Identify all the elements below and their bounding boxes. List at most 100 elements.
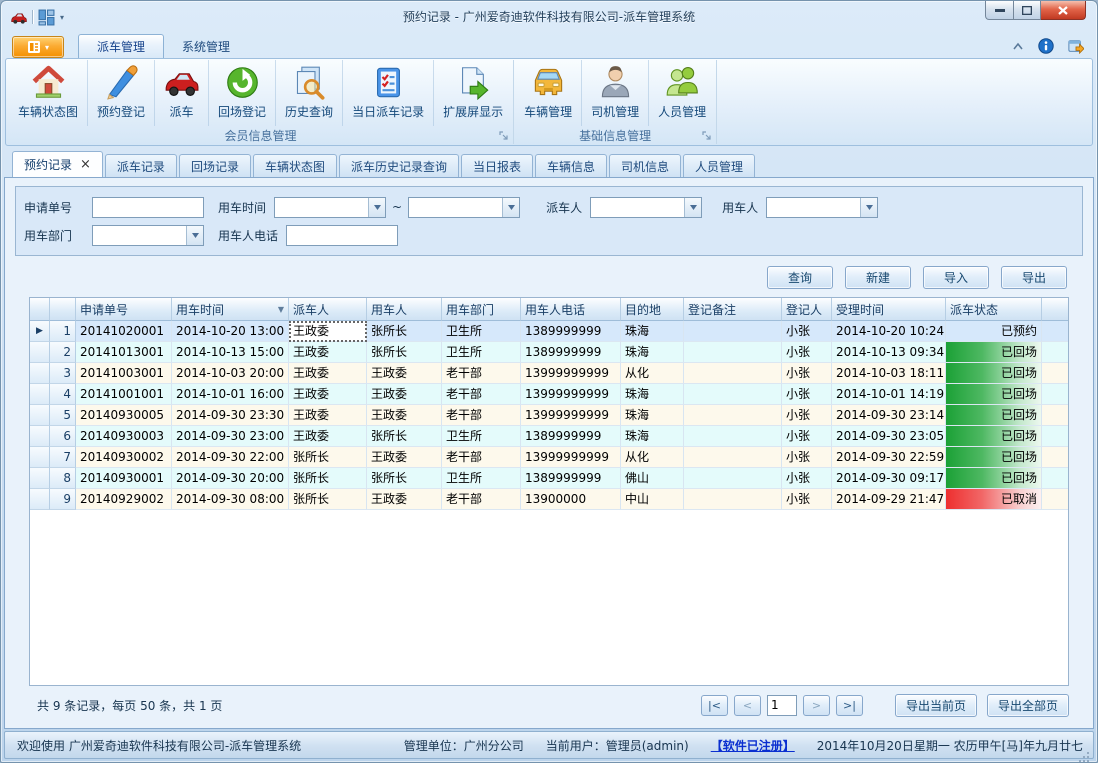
cell-dispatch-status[interactable]: 已回场 (946, 384, 1042, 405)
document-tab[interactable]: 派车记录 (105, 154, 177, 177)
cell-phone[interactable]: 1389999999 (521, 321, 621, 342)
table-row[interactable]: 2 20141013001 2014-10-13 15:00 王政委 张所长 卫… (30, 342, 1068, 363)
export-current-page-button[interactable]: 导出当前页 (895, 694, 977, 717)
cell-dispatch-status[interactable]: 已回场 (946, 468, 1042, 489)
document-tab[interactable]: 人员管理 (683, 154, 755, 177)
cell-dept[interactable]: 老干部 (442, 384, 521, 405)
cell-user[interactable]: 王政委 (367, 363, 442, 384)
ribbon-button[interactable]: 人员管理 (649, 60, 715, 126)
column-header[interactable]: 用车部门▼ (442, 298, 521, 321)
cell-registrar[interactable]: 小张 (782, 321, 832, 342)
column-header[interactable]: 派车状态▼ (946, 298, 1042, 321)
row-number[interactable]: 4 (50, 384, 76, 405)
cell-registrar[interactable]: 小张 (782, 468, 832, 489)
ribbon-button[interactable]: 历史查询 (276, 60, 343, 126)
maximize-button[interactable] (1014, 1, 1041, 20)
prev-page-button[interactable]: < (734, 695, 761, 716)
cell-registrar[interactable]: 小张 (782, 447, 832, 468)
row-indicator[interactable] (30, 363, 50, 384)
ribbon-button[interactable]: 当日派车记录 (343, 60, 434, 126)
cell-accept-time[interactable]: 2014-10-01 14:19 (832, 384, 946, 405)
ribbon-button[interactable]: 司机管理 (582, 60, 649, 126)
cell-remark[interactable] (684, 384, 782, 405)
cell-accept-time[interactable]: 2014-10-03 18:11 (832, 363, 946, 384)
column-header[interactable]: 目的地▼ (621, 298, 684, 321)
cell-user[interactable]: 王政委 (367, 405, 442, 426)
cell-remark[interactable] (684, 321, 782, 342)
cell-accept-time[interactable]: 2014-10-20 10:24 (832, 321, 946, 342)
use-time-to-combo[interactable] (408, 197, 520, 218)
row-indicator[interactable] (30, 426, 50, 447)
sort-arrow-icon[interactable]: ▼ (278, 305, 284, 314)
column-header[interactable]: 用车人电话▼ (521, 298, 621, 321)
cell-use-time[interactable]: 2014-09-30 22:00 (172, 447, 289, 468)
ribbon-button[interactable]: 扩展屏显示 (434, 60, 512, 126)
cell-apply-no[interactable]: 20140930005 (76, 405, 172, 426)
quick-access-dropdown-icon[interactable]: ▾ (60, 13, 64, 22)
cell-user[interactable]: 张所长 (367, 426, 442, 447)
document-tab[interactable]: 预约记录 × (12, 151, 103, 177)
column-header[interactable]: 用车人▼ (367, 298, 442, 321)
cell-accept-time[interactable]: 2014-09-30 23:14 (832, 405, 946, 426)
cell-remark[interactable] (684, 405, 782, 426)
cell-accept-time[interactable]: 2014-09-30 22:59 (832, 447, 946, 468)
cell-accept-time[interactable]: 2014-09-30 23:05 (832, 426, 946, 447)
cell-remark[interactable] (684, 447, 782, 468)
row-indicator[interactable] (30, 384, 50, 405)
cell-use-time[interactable]: 2014-10-01 16:00 (172, 384, 289, 405)
row-indicator[interactable] (30, 342, 50, 363)
cell-destination[interactable]: 珠海 (621, 321, 684, 342)
close-tab-icon[interactable]: × (80, 160, 91, 170)
cell-dispatcher[interactable]: 王政委 (289, 384, 367, 405)
cell-user[interactable]: 张所长 (367, 321, 442, 342)
info-icon[interactable] (1038, 38, 1054, 54)
ribbon-button[interactable]: 预约登记 (88, 60, 155, 126)
cell-dispatcher[interactable]: 王政委 (289, 342, 367, 363)
app-menu-button[interactable]: ▾ (12, 36, 64, 58)
cell-registrar[interactable]: 小张 (782, 405, 832, 426)
dialog-launcher-icon[interactable] (702, 131, 712, 141)
table-row[interactable]: 3 20141003001 2014-10-03 20:00 王政委 王政委 老… (30, 363, 1068, 384)
resize-grip-icon[interactable] (1087, 752, 1089, 754)
row-number[interactable]: 8 (50, 468, 76, 489)
cell-remark[interactable] (684, 426, 782, 447)
cell-registrar[interactable]: 小张 (782, 489, 832, 510)
column-header[interactable]: 用车时间▼ (172, 298, 289, 321)
cell-user[interactable]: 王政委 (367, 447, 442, 468)
cell-dispatch-status[interactable]: 已预约 (946, 321, 1042, 342)
cell-use-time[interactable]: 2014-10-20 13:00 (172, 321, 289, 342)
cell-destination[interactable]: 佛山 (621, 468, 684, 489)
cell-use-time[interactable]: 2014-09-30 23:30 (172, 405, 289, 426)
document-tab[interactable]: 回场记录 (179, 154, 251, 177)
chevron-up-icon[interactable] (1012, 42, 1024, 51)
chevron-down-icon[interactable] (684, 198, 701, 217)
minimize-button[interactable] (985, 1, 1014, 20)
cell-dept[interactable]: 卫生所 (442, 321, 521, 342)
row-number[interactable]: 9 (50, 489, 76, 510)
cell-registrar[interactable]: 小张 (782, 363, 832, 384)
table-row[interactable]: 5 20140930005 2014-09-30 23:30 王政委 王政委 老… (30, 405, 1068, 426)
cell-phone[interactable]: 1389999999 (521, 468, 621, 489)
row-number[interactable]: 2 (50, 342, 76, 363)
cell-dispatch-status[interactable]: 已回场 (946, 363, 1042, 384)
cell-dispatch-status[interactable]: 已回场 (946, 447, 1042, 468)
row-number[interactable]: 1 (50, 321, 76, 342)
row-number[interactable]: 7 (50, 447, 76, 468)
chevron-down-icon[interactable] (502, 198, 519, 217)
app-car-icon[interactable] (10, 9, 27, 26)
cell-dispatcher[interactable]: 张所长 (289, 468, 367, 489)
column-header[interactable]: 派车人▼ (289, 298, 367, 321)
cell-phone[interactable]: 1389999999 (521, 426, 621, 447)
cell-dept[interactable]: 卫生所 (442, 342, 521, 363)
ribbon-tab[interactable]: 派车管理 (78, 34, 164, 58)
row-indicator[interactable]: ▶ (30, 321, 50, 342)
ribbon-tab[interactable]: 系统管理 (164, 34, 248, 58)
table-row[interactable]: 6 20140930003 2014-09-30 23:00 王政委 张所长 卫… (30, 426, 1068, 447)
cell-user[interactable]: 王政委 (367, 489, 442, 510)
cell-apply-no[interactable]: 20140930001 (76, 468, 172, 489)
cell-phone[interactable]: 13999999999 (521, 363, 621, 384)
import-button[interactable]: 导入 (923, 266, 989, 289)
cell-remark[interactable] (684, 342, 782, 363)
column-header[interactable]: 登记备注▼ (684, 298, 782, 321)
page-number-input[interactable] (767, 695, 797, 716)
